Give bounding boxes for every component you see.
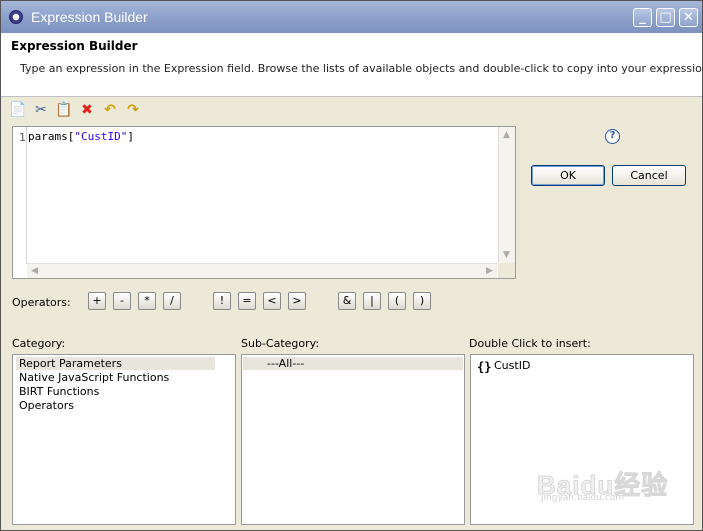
code-suffix: ] bbox=[127, 130, 134, 143]
code-string: "CustID" bbox=[74, 130, 128, 143]
expression-builder-window: Expression Builder _ □ ✕ Expression Buil… bbox=[0, 0, 703, 531]
delete-icon[interactable]: ✖ bbox=[78, 101, 96, 119]
operator-open-paren-button[interactable]: ( bbox=[388, 292, 406, 310]
operator-plus-button[interactable]: + bbox=[88, 292, 106, 310]
category-label: Category: bbox=[12, 337, 66, 350]
maximize-button[interactable]: □ bbox=[656, 8, 675, 27]
header-description: Type an expression in the Expression fie… bbox=[20, 62, 703, 75]
expression-editor[interactable]: 1 params["CustID"] ▲ ▼ ◀ ▶ bbox=[12, 126, 516, 279]
category-item-operators[interactable]: Operators bbox=[19, 399, 74, 412]
copy-icon[interactable]: 📄 bbox=[9, 101, 27, 119]
insert-list[interactable]: {} CustID Baidu经验 jingyan.baidu.com bbox=[470, 354, 694, 525]
close-button[interactable]: ✕ bbox=[679, 8, 698, 27]
operator-close-paren-button[interactable]: ) bbox=[413, 292, 431, 310]
dialog-header: Expression Builder Type an expression in… bbox=[1, 33, 703, 97]
scroll-right-icon[interactable]: ▶ bbox=[486, 267, 493, 276]
braces-icon: {} bbox=[477, 360, 492, 374]
baidu-watermark: Baidu经验 jingyan.baidu.com bbox=[536, 453, 677, 504]
minimize-button[interactable]: _ bbox=[633, 8, 652, 27]
operator-multiply-button[interactable]: * bbox=[138, 292, 156, 310]
operator-divide-button[interactable]: / bbox=[163, 292, 181, 310]
operator-and-button[interactable]: & bbox=[338, 292, 356, 310]
scroll-up-icon[interactable]: ▲ bbox=[503, 131, 510, 140]
ok-button[interactable]: OK bbox=[531, 165, 605, 186]
expression-text[interactable]: params["CustID"] bbox=[28, 130, 134, 143]
operator-minus-button[interactable]: - bbox=[113, 292, 131, 310]
horizontal-scrollbar[interactable]: ◀ ▶ bbox=[27, 263, 497, 278]
vertical-scrollbar[interactable]: ▲ ▼ bbox=[498, 127, 515, 264]
category-item-birt-functions[interactable]: BIRT Functions bbox=[19, 385, 99, 398]
subcategory-list[interactable]: ---All--- bbox=[241, 354, 465, 525]
scroll-down-icon[interactable]: ▼ bbox=[503, 251, 510, 260]
code-prefix: params[ bbox=[28, 130, 75, 143]
cancel-button[interactable]: Cancel bbox=[612, 165, 686, 186]
category-item-report-parameters[interactable]: Report Parameters bbox=[16, 357, 215, 370]
window-title: Expression Builder bbox=[31, 9, 148, 25]
line-number: 1 bbox=[19, 131, 26, 144]
operator-greater-than-button[interactable]: > bbox=[288, 292, 306, 310]
scroll-left-icon[interactable]: ◀ bbox=[31, 267, 38, 276]
operator-or-button[interactable]: | bbox=[363, 292, 381, 310]
category-item-native-javascript-functions[interactable]: Native JavaScript Functions bbox=[19, 371, 169, 384]
paste-icon[interactable]: 📋 bbox=[55, 101, 73, 119]
title-bar[interactable]: Expression Builder _ □ ✕ bbox=[1, 1, 702, 33]
insert-item-custid[interactable]: CustID bbox=[494, 359, 530, 372]
help-icon[interactable]: ? bbox=[605, 129, 620, 144]
watermark-url: jingyan.baidu.com bbox=[541, 493, 625, 503]
undo-icon[interactable]: ↶ bbox=[101, 101, 119, 119]
scroll-corner bbox=[498, 263, 515, 278]
operator-equals-button[interactable]: = bbox=[238, 292, 256, 310]
subcategory-item-all[interactable]: ---All--- bbox=[243, 357, 463, 370]
operator-less-than-button[interactable]: < bbox=[263, 292, 281, 310]
category-list[interactable]: Report Parameters Native JavaScript Func… bbox=[12, 354, 236, 525]
operator-not-button[interactable]: ! bbox=[213, 292, 231, 310]
header-title: Expression Builder bbox=[11, 39, 138, 53]
insert-label: Double Click to insert: bbox=[469, 337, 591, 350]
eclipse-app-icon bbox=[9, 10, 23, 24]
cut-icon[interactable]: ✂ bbox=[32, 101, 50, 119]
line-gutter: 1 bbox=[13, 127, 27, 264]
operators-label: Operators: bbox=[12, 296, 71, 309]
subcategory-label: Sub-Category: bbox=[241, 337, 320, 350]
redo-icon[interactable]: ↷ bbox=[124, 101, 142, 119]
